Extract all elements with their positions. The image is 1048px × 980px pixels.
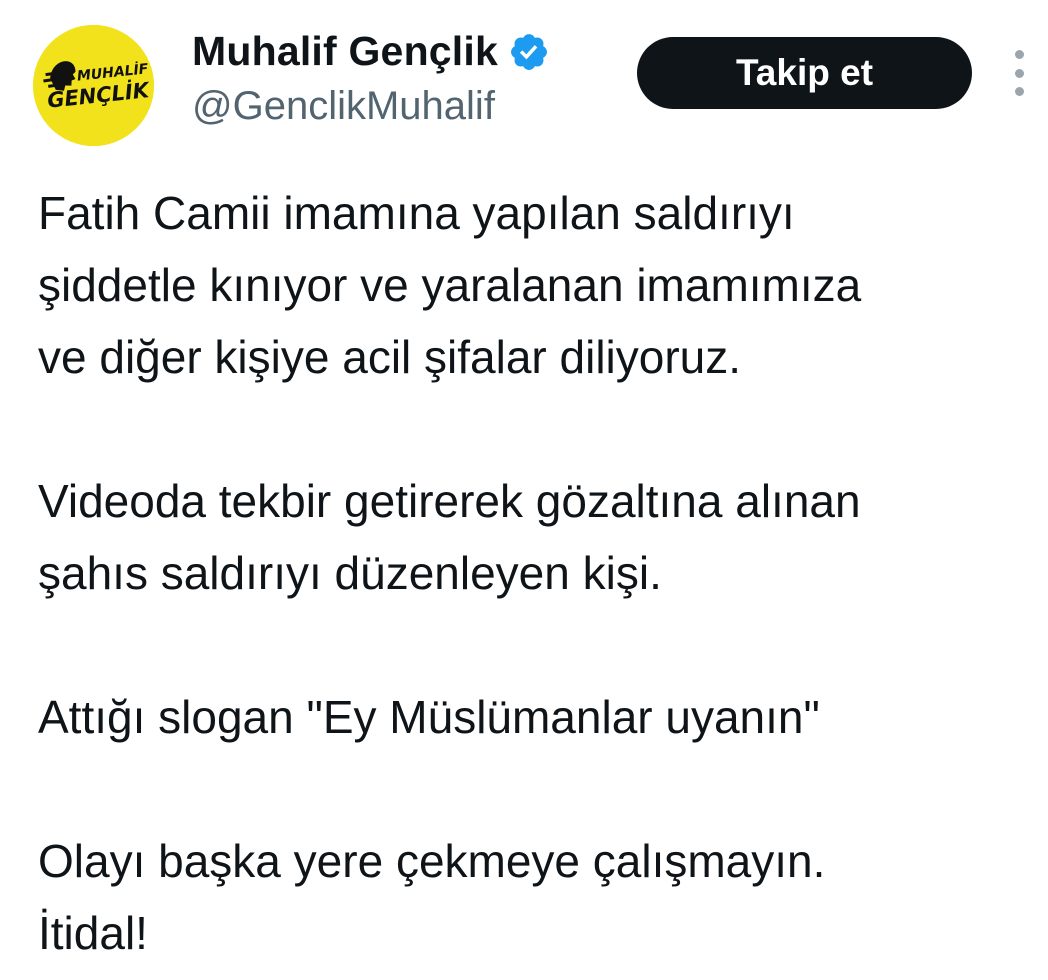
account-handle[interactable]: @GenclikMuhalif — [192, 84, 495, 129]
tweet-line: şiddetle kınıyor ve yaralanan imamımıza — [38, 259, 862, 311]
more-dot — [1014, 50, 1024, 59]
tweet-line: şahıs saldırıyı düzenleyen kişi. — [38, 547, 662, 599]
more-dot — [1014, 68, 1024, 78]
more-dot — [1014, 87, 1024, 96]
tweet-text: Fatih Camii imamına yapılan saldırıyı şi… — [38, 177, 1043, 969]
verified-badge-icon — [508, 31, 550, 73]
tweet-line: ve diğer kişiye acil şifalar diliyoruz. — [38, 331, 742, 383]
muhalif-genclik-logo: MUHALİF GENÇLİK — [33, 25, 154, 146]
tweet-line: İtidal! — [38, 907, 148, 959]
more-vertical-icon[interactable] — [1004, 50, 1034, 96]
account-display-name[interactable]: Muhalif Gençlik — [192, 28, 498, 75]
follow-button[interactable]: Takip et — [637, 37, 972, 109]
tweet-line: Olayı başka yere çekmeye çalışmayın. — [38, 835, 826, 887]
tweet-line: Fatih Camii imamına yapılan saldırıyı — [38, 187, 795, 239]
tweet-line: Attığı slogan "Ey Müslümanlar uyanın" — [38, 691, 820, 743]
account-avatar[interactable]: MUHALİF GENÇLİK — [33, 25, 154, 146]
tweet-line: Videoda tekbir getirerek gözaltına alına… — [38, 475, 861, 527]
account-name-row: Muhalif Gençlik — [192, 28, 550, 75]
